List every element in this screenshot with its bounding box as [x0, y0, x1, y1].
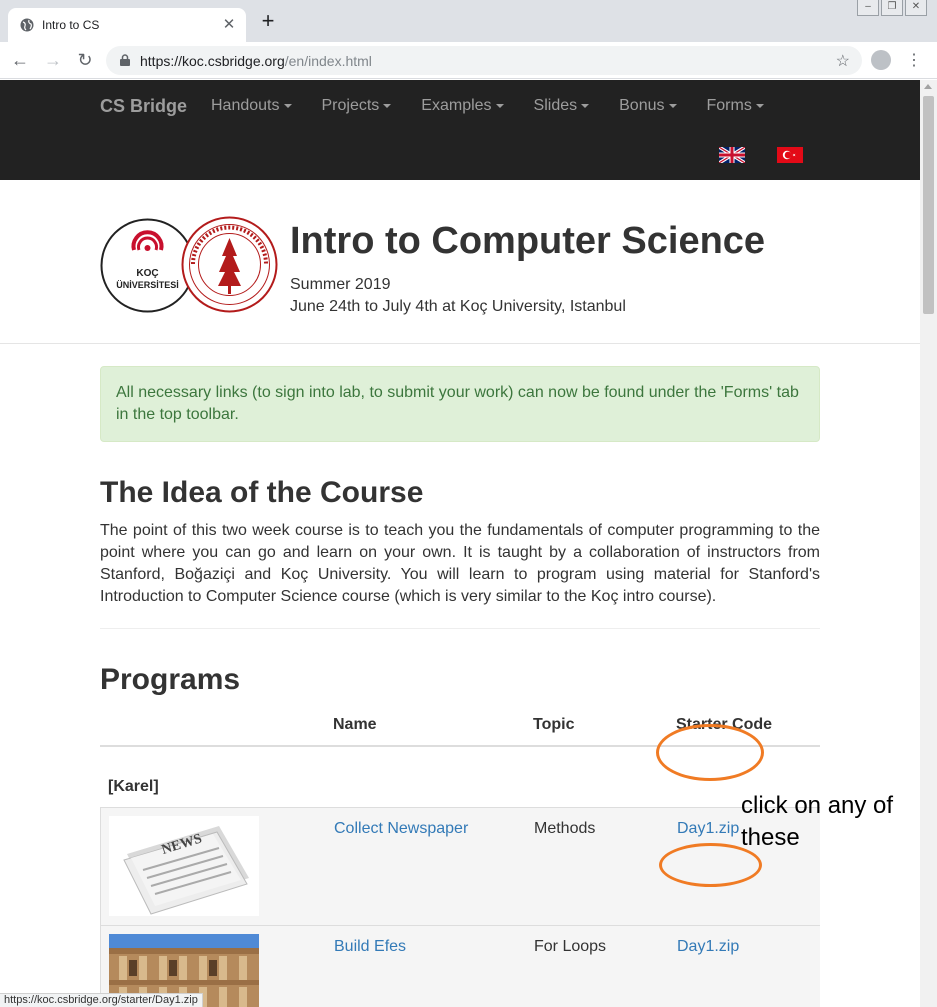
column-header-topic: Topic [533, 716, 575, 733]
nav-item-label: Slides [533, 97, 578, 114]
nav-item-label: Handouts [211, 97, 280, 114]
bookmark-star-icon[interactable]: ☆ [836, 51, 850, 71]
close-tab-icon[interactable]: ✕ [220, 15, 238, 33]
new-tab-button[interactable]: + [258, 10, 278, 32]
programs-heading: Programs [100, 663, 241, 696]
nav-item-label: Projects [321, 97, 380, 114]
highlight-oval [656, 724, 764, 781]
restore-icon[interactable]: ❐ [881, 0, 903, 16]
success-alert: All necessary links (to sign into lab, t… [100, 366, 820, 442]
course-dates: June 24th to July 4th at Koç University,… [290, 298, 626, 315]
starter-code-link[interactable]: Day1.zip [677, 938, 739, 956]
caret-down-icon [383, 103, 392, 108]
scroll-up-arrow-icon[interactable] [924, 84, 932, 89]
caret-down-icon [755, 103, 764, 108]
nav-forms-dropdown[interactable]: Forms [707, 97, 764, 115]
browser-tab[interactable]: Intro to CS ✕ [8, 8, 246, 42]
page-scrollbar[interactable] [920, 80, 937, 1007]
stanford-seal-logo [181, 216, 278, 313]
navbar-brand[interactable]: CS Bridge [100, 96, 187, 117]
nav-item-label: Forms [706, 97, 752, 114]
back-arrow-icon[interactable]: ← [9, 50, 31, 70]
caret-down-icon [668, 103, 677, 108]
nav-handouts-dropdown[interactable]: Handouts [211, 97, 292, 115]
program-name-link[interactable]: Build Efes [334, 938, 406, 956]
idea-paragraph: The point of this two week course is to … [100, 522, 820, 605]
divider [100, 628, 820, 629]
tab-title: Intro to CS [42, 18, 100, 32]
koc-logo-subtext: ÜNİVERSİTESİ [116, 280, 179, 290]
page-title: Intro to Computer Science [290, 220, 766, 262]
nav-item-label: Examples [421, 97, 492, 114]
url-path: /en/index.html [284, 53, 372, 69]
url-text: https://koc.csbridge.org/en/index.html [140, 53, 372, 69]
site-navbar: CS Bridge Handouts Projects Examples Sli… [0, 80, 920, 180]
turkey-flag-icon[interactable] [777, 147, 803, 163]
annotation-callout: click on any of these [741, 792, 894, 851]
program-name-link[interactable]: Collect Newspaper [334, 820, 468, 838]
lock-icon [120, 54, 130, 66]
idea-heading: The Idea of the Course [100, 476, 424, 509]
minimize-icon[interactable]: – [857, 0, 879, 16]
close-window-icon[interactable]: ✕ [905, 0, 927, 16]
url-host: https://koc.csbridge.org [140, 53, 285, 69]
koc-logo-text: KOÇ [136, 268, 158, 279]
window-controls: – ❐ ✕ [857, 0, 927, 16]
program-topic: For Loops [534, 938, 607, 955]
uk-flag-icon[interactable] [719, 147, 745, 163]
nav-projects-dropdown[interactable]: Projects [322, 97, 392, 115]
nav-bonus-dropdown[interactable]: Bonus [619, 97, 677, 115]
starter-code-link[interactable]: Day1.zip [677, 820, 739, 838]
table-row: Build Efes For Loops Day1.zip [100, 925, 820, 1007]
program-topic: Methods [534, 820, 596, 837]
nav-slides-dropdown[interactable]: Slides [534, 97, 590, 115]
profile-avatar-icon[interactable] [871, 50, 891, 70]
course-term: Summer 2019 [290, 276, 391, 293]
browser-tab-strip: Intro to CS ✕ + – ❐ ✕ [0, 0, 937, 42]
caret-down-icon [495, 103, 504, 108]
globe-icon [20, 18, 34, 32]
nav-item-label: Bonus [619, 97, 665, 114]
kebab-menu-icon[interactable]: ⋮ [906, 50, 922, 70]
page-viewport: CS Bridge Handouts Projects Examples Sli… [0, 80, 920, 1007]
link-status-bar: https://koc.csbridge.org/starter/Day1.zi… [0, 993, 203, 1007]
reload-icon[interactable]: ↻ [74, 50, 96, 70]
column-header-name: Name [333, 716, 377, 733]
scrollbar-thumb[interactable] [923, 96, 934, 314]
browser-toolbar: ← → ↻ https://koc.csbridge.org/en/index.… [0, 42, 937, 79]
newspaper-thumbnail: NEWS [109, 816, 259, 916]
forward-arrow-icon[interactable]: → [42, 50, 64, 70]
navbar-menu: Handouts Projects Examples Slides Bonus … [211, 97, 794, 115]
caret-down-icon [283, 103, 292, 108]
table-group-label: [Karel] [108, 778, 159, 795]
nav-examples-dropdown[interactable]: Examples [421, 97, 504, 115]
caret-down-icon [581, 103, 590, 108]
address-bar[interactable]: https://koc.csbridge.org/en/index.html ☆ [106, 46, 862, 75]
page-header: KOÇ ÜNİVERSİTESİ Intro to Computer Scien… [0, 180, 920, 344]
